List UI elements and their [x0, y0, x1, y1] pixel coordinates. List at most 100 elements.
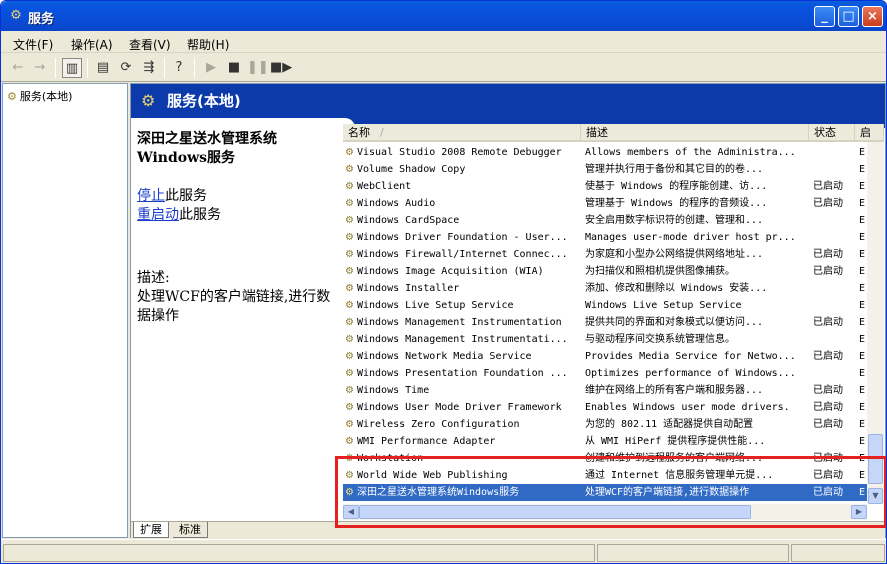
stop-service-link[interactable]: 停止 — [137, 188, 165, 204]
service-description-cell: Provides Media Service for Netwo... — [585, 351, 796, 362]
service-name: Windows User Mode Driver Framework — [356, 402, 562, 413]
table-row[interactable]: ⚙ Windows Installer 添加、修改和删除以 Windows 安装..… — [343, 280, 867, 297]
service-description-cell: 安全启用数字标识符的创建、管理和... — [585, 215, 764, 226]
service-description-cell: Allows members of the Administra... — [585, 147, 796, 158]
table-row[interactable]: ⚙ Windows Live Setup Service Windows Live … — [343, 297, 867, 314]
table-row[interactable]: ⚙ Windows Image Acquisition (WIA) 为扫描仪和照相机… — [343, 263, 867, 280]
gear-icon: ⚙ — [345, 215, 354, 226]
service-name-cell: ⚙ Windows Installer — [345, 280, 581, 297]
table-row[interactable]: ⚙ Windows User Mode Driver Framework Enabl… — [343, 399, 867, 416]
service-description-cell: Enables Windows user mode drivers. — [585, 402, 790, 413]
window-title: 服务 — [28, 12, 55, 27]
properties-icon[interactable]: ▤ — [93, 58, 113, 78]
column-header-startup[interactable]: 启 — [855, 124, 884, 142]
menu-action[interactable]: 操作(A) — [71, 36, 113, 53]
gear-icon: ⚙ — [345, 334, 354, 345]
service-description-cell: 使基于 Windows 的程序能创建、访... — [585, 181, 768, 192]
service-description-cell: 从 WMI HiPerf 提供程序提供性能... — [585, 436, 766, 447]
service-status-cell: 已启动 — [813, 385, 843, 396]
tab-standard[interactable]: 标准 — [173, 522, 208, 538]
pause-service-icon[interactable]: ❚❚ — [247, 58, 269, 78]
pane-title: 服务(本地) — [167, 92, 241, 110]
description-text: 处理WCF的客户端链接,进行数据操作 — [137, 289, 331, 324]
gear-icon: ⚙ — [345, 436, 354, 447]
restart-link-line: 重启动此服务 — [137, 206, 337, 225]
stop-service-icon[interactable]: ■ — [224, 58, 244, 78]
status-cell — [3, 544, 595, 562]
table-row[interactable]: ⚙ Windows Management Instrumentation 提供共同的… — [343, 314, 867, 331]
gear-icon: ⚙ — [345, 351, 354, 362]
tab-extended[interactable]: 扩展 — [133, 522, 169, 538]
restart-link-suffix: 此服务 — [179, 207, 221, 223]
close-button[interactable]: × — [862, 6, 883, 27]
minimize-button[interactable]: _ — [814, 6, 835, 27]
toolbar-separator — [87, 58, 88, 78]
service-name: Wireless Zero Configuration — [356, 419, 520, 430]
gear-icon: ⚙ — [345, 300, 354, 311]
service-name-cell: ⚙ Windows Time — [345, 382, 581, 399]
table-row[interactable]: ⚙ WebClient 使基于 Windows 的程序能创建、访... 已启动 E — [343, 178, 867, 195]
help-icon[interactable]: ? — [169, 58, 189, 78]
service-name: WebClient — [356, 181, 412, 192]
vertical-scrollbar[interactable]: ▼ — [867, 142, 884, 504]
table-row[interactable]: ⚙ Windows Driver Foundation - User... Mana… — [343, 229, 867, 246]
column-header-description[interactable]: 描述 — [581, 124, 809, 142]
service-name-cell: ⚙ Windows Audio — [345, 195, 581, 212]
service-status-cell: 已启动 — [813, 198, 843, 209]
restart-service-link[interactable]: 重启动 — [137, 207, 179, 223]
gear-icon: ⚙ — [345, 198, 354, 209]
table-row[interactable]: ⚙ Windows Presentation Foundation ... Opti… — [343, 365, 867, 382]
export-list-icon[interactable]: ⇶ — [139, 58, 159, 78]
service-name: Windows Driver Foundation - User... — [356, 232, 568, 243]
service-name: Windows Management Instrumentati... — [356, 334, 568, 345]
service-name: Windows Audio — [356, 198, 436, 209]
table-row[interactable]: ⚙ Windows Network Media Service Provides M… — [343, 348, 867, 365]
table-row[interactable]: ⚙ Wireless Zero Configuration 为您的 802.11 适… — [343, 416, 867, 433]
menu-view[interactable]: 查看(V) — [129, 36, 171, 53]
service-name-cell: ⚙ WMI Performance Adapter — [345, 433, 581, 450]
gear-icon: ⚙ — [345, 402, 354, 413]
gears-icon: ⚙ — [10, 8, 22, 23]
service-name-cell: ⚙ WebClient — [345, 178, 581, 195]
service-name: Windows Image Acquisition (WIA) — [356, 266, 544, 277]
status-cell — [791, 544, 885, 562]
service-name-cell: ⚙ Windows Live Setup Service — [345, 297, 581, 314]
column-header-name[interactable]: 名称 / — [343, 124, 581, 142]
service-description-cell: 维护在网络上的所有客户端和服务器... — [585, 385, 764, 396]
table-row[interactable]: ⚙ Windows Firewall/Internet Connec... 为家庭和… — [343, 246, 867, 263]
table-row[interactable]: ⚙ Visual Studio 2008 Remote Debugger Allow… — [343, 144, 867, 161]
menu-file[interactable]: 文件(F) — [13, 36, 53, 53]
service-description-cell: 管理基于 Windows 的程序的音频设... — [585, 198, 768, 209]
service-name-cell: ⚙ Windows Image Acquisition (WIA) — [345, 263, 581, 280]
start-service-icon[interactable]: ▶ — [201, 58, 221, 78]
maximize-button[interactable]: □ — [838, 6, 859, 27]
back-icon[interactable]: ← — [8, 58, 28, 78]
table-row[interactable]: ⚙ WMI Performance Adapter 从 WMI HiPerf 提供程… — [343, 433, 867, 450]
gear-icon: ⚙ — [345, 368, 354, 379]
table-row[interactable]: ⚙ Volume Shadow Copy 管理并执行用于备份和其它目的的卷... E — [343, 161, 867, 178]
service-description-cell: 为您的 802.11 适配器提供自动配置 — [585, 419, 754, 430]
menu-help[interactable]: 帮助(H) — [187, 36, 229, 53]
refresh-icon[interactable]: ⟳ — [116, 58, 136, 78]
forward-icon[interactable]: → — [30, 58, 50, 78]
table-row[interactable]: ⚙ Windows CardSpace 安全启用数字标识符的创建、管理和... E — [343, 212, 867, 229]
restart-service-icon[interactable]: ■▶ — [270, 58, 292, 78]
tree-node-services-local[interactable]: ⚙ 服务(本地) — [7, 88, 72, 104]
service-status-cell: 已启动 — [813, 419, 843, 430]
service-description-cell: Manages user-mode driver host pr... — [585, 232, 796, 243]
column-label: 名称 — [348, 126, 370, 139]
service-name: Windows Firewall/Internet Connec... — [356, 249, 568, 260]
column-header-status[interactable]: 状态 — [809, 124, 855, 142]
gear-icon: ⚙ — [345, 419, 354, 430]
table-row[interactable]: ⚙ Windows Management Instrumentati... 与驱动程… — [343, 331, 867, 348]
service-description-cell: 为家庭和小型办公网络提供网络地址... — [585, 249, 764, 260]
menu-bar: 文件(F) 操作(A) 查看(V) 帮助(H) — [1, 31, 886, 53]
sort-arrow-icon: / — [380, 126, 384, 139]
title-bar[interactable]: ⚙ 服务 _ □ × — [1, 1, 886, 31]
table-row[interactable]: ⚙ Windows Time 维护在网络上的所有客户端和服务器... 已启动 E — [343, 382, 867, 399]
table-row[interactable]: ⚙ Windows Audio 管理基于 Windows 的程序的音频设... 已启动… — [343, 195, 867, 212]
service-title: 深田之星送水管理系统Windows服务 — [137, 131, 277, 166]
service-name: WMI Performance Adapter — [356, 436, 496, 447]
service-name: Volume Shadow Copy — [356, 164, 466, 175]
show-hide-tree-icon[interactable]: ▥ — [62, 58, 82, 78]
